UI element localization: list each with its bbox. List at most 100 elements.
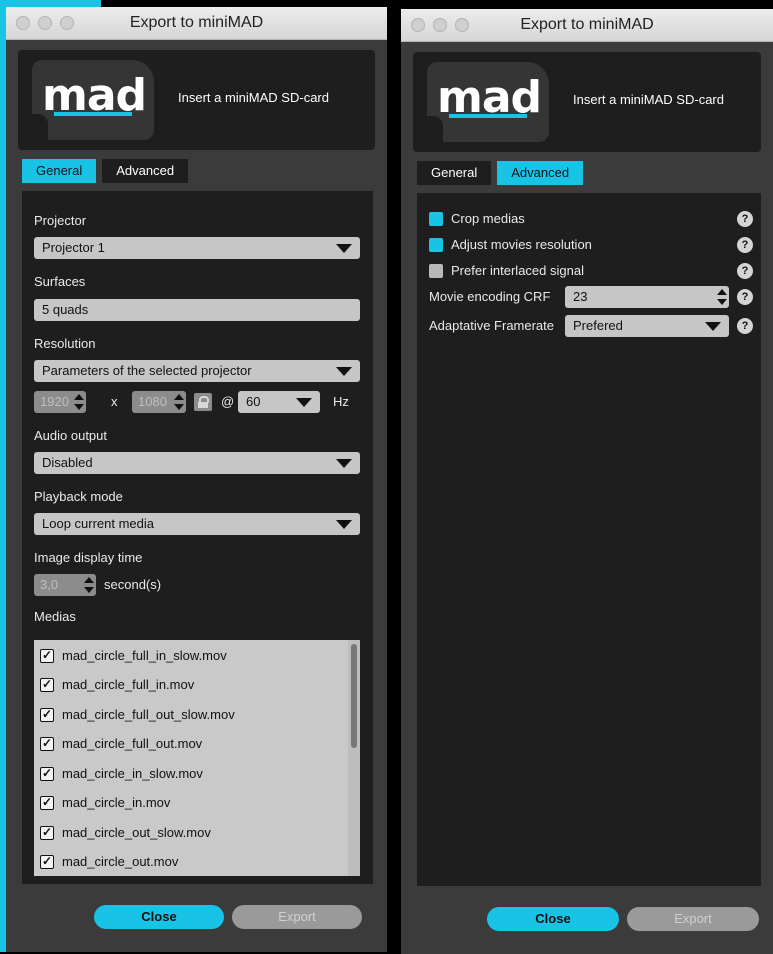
hz-label: Hz bbox=[333, 394, 349, 409]
chevron-down-icon bbox=[336, 244, 352, 253]
surfaces-value: 5 quads bbox=[42, 302, 89, 317]
checkbox-checked-icon[interactable]: ✓ bbox=[40, 796, 54, 810]
media-name: mad_circle_in_slow.mov bbox=[62, 766, 203, 781]
chevron-down-icon bbox=[296, 398, 312, 407]
export-window-advanced: Export to miniMAD mad Insert a miniMAD S… bbox=[401, 9, 773, 954]
checkbox-checked-icon[interactable]: ✓ bbox=[40, 855, 54, 869]
crf-label: Movie encoding CRF bbox=[429, 289, 551, 304]
checkbox-checked-icon[interactable]: ✓ bbox=[40, 708, 54, 722]
prefer-interlaced-option[interactable]: Prefer interlaced signal bbox=[429, 261, 749, 281]
insert-sd-message: Insert a miniMAD SD-card bbox=[573, 92, 724, 107]
window-title: Export to miniMAD bbox=[520, 16, 654, 33]
audio-output-value: Disabled bbox=[42, 455, 93, 470]
checkbox-checked-icon[interactable]: ✓ bbox=[40, 649, 54, 663]
help-icon[interactable]: ? bbox=[737, 289, 753, 305]
insert-sd-message: Insert a miniMAD SD-card bbox=[178, 90, 329, 105]
titlebar: Export to miniMAD bbox=[6, 7, 387, 40]
media-name: mad_circle_out_slow.mov bbox=[62, 825, 211, 840]
mad-logo-accent bbox=[54, 112, 132, 116]
media-name: mad_circle_full_out_slow.mov bbox=[62, 707, 235, 722]
checkbox-on-icon[interactable] bbox=[429, 212, 443, 226]
projector-select[interactable]: Projector 1 bbox=[34, 237, 360, 259]
export-window-general: Export to miniMAD mad Insert a miniMAD S… bbox=[6, 7, 387, 952]
crf-value: 23 bbox=[573, 289, 588, 304]
checkbox-checked-icon[interactable]: ✓ bbox=[40, 737, 54, 751]
scrollbar-thumb[interactable] bbox=[351, 644, 357, 748]
checkbox-checked-icon[interactable]: ✓ bbox=[40, 767, 54, 781]
prefer-interlaced-label: Prefer interlaced signal bbox=[451, 263, 584, 278]
media-name: mad_circle_out.mov bbox=[62, 854, 179, 869]
seconds-label: second(s) bbox=[104, 577, 162, 592]
tab-general[interactable]: General bbox=[22, 159, 97, 183]
tab-advanced[interactable]: Advanced bbox=[497, 161, 584, 185]
projector-label: Projector bbox=[34, 213, 87, 228]
media-name: mad_circle_full_in_slow.mov bbox=[62, 648, 227, 663]
image-time-stepper[interactable]: 3,0 bbox=[34, 574, 96, 596]
chevron-down-icon bbox=[705, 322, 721, 331]
stepper-arrows-icon[interactable] bbox=[74, 394, 84, 410]
close-button[interactable]: Close bbox=[487, 907, 619, 931]
resolution-select[interactable]: Parameters of the selected projector bbox=[34, 360, 360, 382]
resolution-label: Resolution bbox=[34, 336, 96, 351]
surfaces-field: 5 quads bbox=[34, 299, 360, 321]
adjust-resolution-option[interactable]: Adjust movies resolution bbox=[429, 235, 749, 255]
width-stepper[interactable]: 1920 bbox=[34, 391, 86, 413]
image-display-time-label: Image display time bbox=[34, 550, 143, 565]
sd-card-icon: mad bbox=[427, 62, 549, 142]
media-name: mad_circle_full_in.mov bbox=[62, 677, 195, 692]
tab-general[interactable]: General bbox=[417, 161, 492, 185]
framerate-label: Adaptative Framerate bbox=[429, 318, 555, 333]
media-name: mad_circle_in.mov bbox=[62, 795, 171, 810]
media-list[interactable]: ✓ mad_circle_full_in_slow.mov ✓ mad_circle… bbox=[34, 640, 360, 876]
window-title: Export to miniMAD bbox=[129, 14, 264, 31]
chevron-down-icon bbox=[336, 367, 352, 376]
help-icon[interactable]: ? bbox=[737, 211, 753, 227]
lock-icon[interactable] bbox=[194, 393, 212, 411]
crop-medias-label: Crop medias bbox=[451, 211, 525, 226]
framerate-select[interactable]: Prefered bbox=[565, 315, 729, 337]
refresh-rate-value: 60 bbox=[246, 394, 261, 409]
tab-bar: General Advanced bbox=[22, 159, 189, 183]
header-panel: mad Insert a miniMAD SD-card bbox=[18, 50, 375, 150]
tab-bar: General Advanced bbox=[417, 161, 584, 185]
checkbox-on-icon[interactable] bbox=[429, 238, 443, 252]
audio-output-select[interactable]: Disabled bbox=[34, 452, 360, 474]
media-list-scrollbar[interactable] bbox=[348, 640, 360, 876]
stepper-arrows-icon[interactable] bbox=[717, 289, 727, 305]
mad-logo: mad bbox=[437, 72, 542, 123]
chevron-down-icon bbox=[336, 520, 352, 529]
height-value: 1080 bbox=[138, 394, 167, 409]
framerate-value: Prefered bbox=[573, 318, 623, 333]
crf-stepper[interactable]: 23 bbox=[565, 286, 729, 308]
checkbox-checked-icon[interactable]: ✓ bbox=[40, 826, 54, 840]
tab-advanced[interactable]: Advanced bbox=[102, 159, 189, 183]
chevron-down-icon bbox=[336, 459, 352, 468]
crop-medias-option[interactable]: Crop medias bbox=[429, 209, 749, 229]
medias-label: Medias bbox=[34, 609, 76, 624]
checkbox-off-icon[interactable] bbox=[429, 264, 443, 278]
height-stepper[interactable]: 1080 bbox=[132, 391, 186, 413]
export-button[interactable]: Export bbox=[627, 907, 759, 931]
projector-select-value: Projector 1 bbox=[42, 240, 105, 255]
close-button[interactable]: Close bbox=[94, 905, 224, 929]
adjust-resolution-label: Adjust movies resolution bbox=[451, 237, 592, 252]
help-icon[interactable]: ? bbox=[737, 263, 753, 279]
resolution-select-value: Parameters of the selected projector bbox=[42, 363, 252, 378]
width-value: 1920 bbox=[40, 394, 69, 409]
resolution-x-separator: x bbox=[111, 394, 118, 409]
checkbox-checked-icon[interactable]: ✓ bbox=[40, 678, 54, 692]
refresh-at-separator: @ bbox=[221, 394, 235, 409]
image-time-value: 3,0 bbox=[40, 577, 59, 592]
audio-output-label: Audio output bbox=[34, 428, 108, 443]
refresh-rate-select[interactable]: 60 bbox=[238, 391, 320, 413]
stepper-arrows-icon[interactable] bbox=[84, 577, 94, 593]
stepper-arrows-icon[interactable] bbox=[174, 394, 184, 410]
mad-logo-accent bbox=[449, 114, 527, 118]
titlebar: Export to miniMAD bbox=[401, 9, 773, 42]
help-icon[interactable]: ? bbox=[737, 237, 753, 253]
sd-card-icon: mad bbox=[32, 60, 154, 140]
playback-mode-select[interactable]: Loop current media bbox=[34, 513, 360, 535]
export-button[interactable]: Export bbox=[232, 905, 362, 929]
help-icon[interactable]: ? bbox=[737, 318, 753, 334]
advanced-panel: Crop medias ? Adjust movies resolution ?… bbox=[417, 193, 761, 886]
